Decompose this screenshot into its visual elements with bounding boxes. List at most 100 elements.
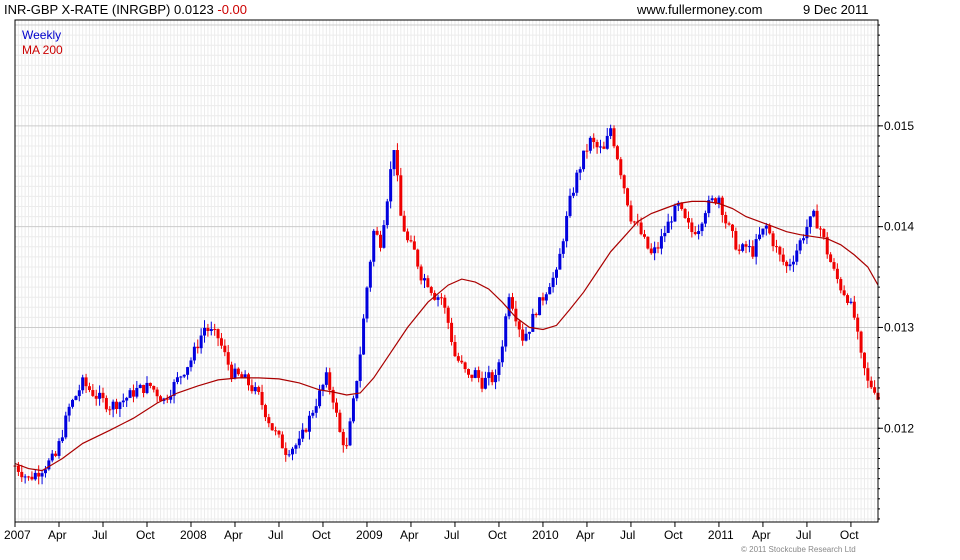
weekly-bar: [389, 169, 393, 202]
weekly-bar: [213, 329, 217, 331]
weekly-bar: [226, 352, 230, 365]
weekly-bar: [774, 246, 778, 248]
y-tick-label: 0.014: [884, 220, 914, 234]
weekly-bar: [460, 360, 464, 363]
weekly-bar: [544, 294, 548, 301]
weekly-bar: [856, 317, 860, 332]
weekly-bar: [419, 266, 423, 281]
weekly-bar: [274, 430, 278, 432]
weekly-bar: [521, 329, 525, 341]
x-tick-label: Jul: [620, 528, 635, 542]
x-tick-label: 2008: [180, 528, 207, 542]
weekly-bar: [233, 368, 237, 379]
weekly-bar: [510, 297, 514, 309]
weekly-bar: [287, 454, 291, 456]
weekly-bar: [311, 412, 315, 416]
weekly-bar: [578, 169, 582, 173]
weekly-bar: [409, 240, 413, 242]
weekly-bar: [565, 215, 569, 242]
weekly-bar: [812, 210, 816, 217]
weekly-bar: [768, 225, 772, 234]
weekly-bar: [818, 228, 822, 230]
weekly-bar: [632, 221, 636, 223]
weekly-bar: [423, 278, 427, 281]
weekly-bar: [751, 246, 755, 257]
weekly-bar: [805, 227, 809, 239]
weekly-bar: [629, 205, 633, 222]
weekly-bar: [223, 345, 227, 353]
weekly-bar: [219, 338, 223, 346]
weekly-bar: [267, 417, 271, 424]
weekly-bar: [497, 362, 501, 375]
weekly-bar: [527, 331, 531, 334]
weekly-bar: [406, 231, 410, 241]
weekly-bar: [605, 135, 609, 149]
weekly-bar: [575, 172, 579, 193]
weekly-bar: [338, 412, 342, 432]
y-tick-label: 0.012: [884, 421, 914, 435]
weekly-bar: [873, 387, 877, 393]
weekly-bar: [40, 473, 44, 477]
weekly-bar: [206, 327, 210, 331]
weekly-bar: [859, 331, 863, 353]
weekly-bar: [392, 150, 396, 170]
weekly-bar: [568, 195, 572, 216]
weekly-bar: [64, 415, 68, 438]
weekly-bar: [663, 232, 667, 237]
weekly-bar: [77, 390, 81, 397]
weekly-bar: [182, 374, 186, 377]
weekly-bar: [307, 415, 311, 432]
legend-ma-200: MA 200: [22, 43, 63, 57]
x-tick-label: Jul: [92, 528, 107, 542]
weekly-bar: [385, 201, 389, 226]
weekly-bar: [450, 322, 454, 342]
weekly-bar: [541, 297, 545, 301]
weekly-bar: [379, 234, 383, 248]
weekly-bar: [365, 287, 369, 319]
weekly-bar: [453, 341, 457, 357]
weekly-bar: [236, 368, 240, 375]
weekly-bar: [514, 308, 518, 322]
weekly-bar: [754, 239, 758, 257]
weekly-bar: [778, 246, 782, 255]
weekly-bar: [192, 346, 196, 361]
weekly-bar: [196, 346, 200, 349]
weekly-bar: [37, 472, 41, 477]
weekly-bar: [439, 297, 443, 299]
weekly-bar: [815, 210, 819, 229]
x-tick-label: 2011: [708, 528, 734, 542]
weekly-bar: [399, 175, 403, 216]
weekly-bar: [558, 253, 562, 270]
weekly-bar: [785, 261, 789, 267]
weekly-bar: [673, 205, 677, 222]
weekly-bar: [135, 388, 139, 397]
weekly-bar: [91, 390, 95, 396]
weekly-bar: [382, 225, 386, 248]
weekly-bar: [744, 244, 748, 247]
weekly-bar: [33, 472, 37, 480]
weekly-bar: [670, 221, 674, 223]
weekly-bar: [869, 380, 873, 388]
weekly-bar: [321, 384, 325, 391]
weekly-bar: [646, 236, 650, 249]
x-axis: 2007 Apr Jul Oct 2008 Apr Jul Oct 2009 Apr Jul Oct 2…: [4, 522, 859, 542]
weekly-bar: [104, 398, 108, 410]
weekly-bar: [284, 448, 288, 455]
weekly-bar: [524, 333, 528, 341]
weekly-bar: [297, 438, 301, 446]
x-tick-label: Oct: [136, 528, 155, 542]
weekly-bar: [60, 437, 64, 442]
weekly-bar: [87, 386, 91, 391]
weekly-bar: [125, 397, 129, 401]
weekly-bar: [490, 372, 494, 383]
weekly-bar: [463, 362, 467, 370]
weekly-bar: [203, 327, 207, 336]
weekly-bar: [375, 230, 379, 235]
weekly-bar: [253, 387, 257, 392]
weekly-bar: [263, 405, 267, 418]
weekly-bar: [595, 142, 599, 148]
weekly-bar: [781, 254, 785, 262]
weekly-bar: [829, 254, 833, 263]
weekly-bar: [291, 448, 295, 455]
weekly-bar: [71, 399, 75, 407]
